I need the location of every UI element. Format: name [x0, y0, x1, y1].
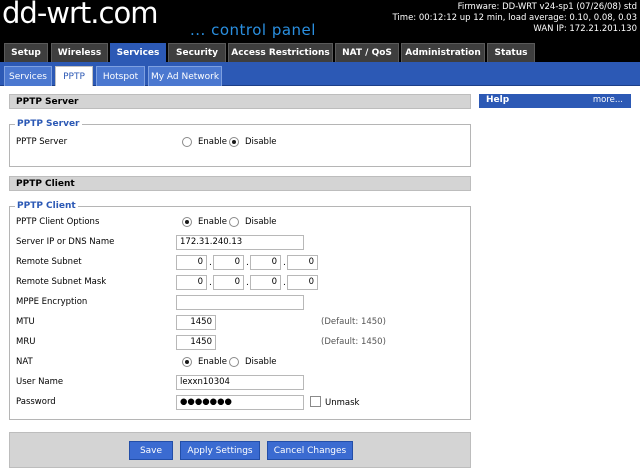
logo[interactable]: dd-wrt.com	[2, 0, 202, 42]
brand-text: dd-wrt.com	[2, 0, 158, 30]
nat-label: NAT	[16, 357, 33, 367]
octet-separator: .	[283, 258, 286, 268]
username-label: User Name	[16, 377, 64, 387]
pptp-client-disable-radio[interactable]	[229, 217, 239, 227]
cancel-changes-button[interactable]: Cancel Changes	[267, 441, 353, 460]
remote-mask-octet-1[interactable]: 0	[176, 275, 207, 290]
mtu-row: MTU 1450 (Default: 1450)	[16, 315, 466, 331]
unmask-checkbox[interactable]	[310, 396, 321, 407]
password-input[interactable]: ●●●●●●●	[176, 395, 304, 410]
password-label: Password	[16, 397, 56, 407]
pptp-client-section-title: PPTP Client	[9, 176, 471, 191]
nat-disable-radio[interactable]	[229, 357, 239, 367]
help-panel: Help more...	[479, 94, 631, 108]
main-content: PPTP Server PPTP Server PPTP Server Enab…	[9, 94, 471, 420]
mru-default-hint: (Default: 1450)	[321, 337, 386, 347]
server-ip-input[interactable]: 172.31.240.13	[176, 235, 304, 250]
pptp-server-row: PPTP Server Enable Disable	[16, 135, 466, 151]
tab-status[interactable]: Status	[487, 43, 535, 62]
password-row: Password ●●●●●●● Unmask	[16, 395, 466, 411]
nat-disable-label[interactable]: Disable	[245, 357, 277, 367]
firmware-info: Firmware: DD-WRT v24-sp1 (07/26/08) std	[457, 2, 637, 12]
subtab-hotspot[interactable]: Hotspot	[96, 66, 145, 86]
mru-input[interactable]: 1450	[176, 335, 216, 350]
save-button[interactable]: Save	[129, 441, 173, 460]
nat-enable-radio[interactable]	[182, 357, 192, 367]
subtab-my-ad-network[interactable]: My Ad Network	[148, 66, 222, 86]
pptp-server-legend: PPTP Server	[15, 118, 82, 131]
pptp-server-fieldset: PPTP Server PPTP Server Enable Disable	[9, 118, 471, 167]
octet-separator: .	[246, 278, 249, 288]
pptp-server-label: PPTP Server	[16, 137, 68, 147]
remote-subnet-mask-row: Remote Subnet Mask 0 . 0 . 0 . 0	[16, 275, 466, 291]
tab-services[interactable]: Services	[110, 43, 166, 62]
unmask-label[interactable]: Unmask	[325, 398, 359, 408]
server-ip-row: Server IP or DNS Name 172.31.240.13	[16, 235, 466, 251]
remote-mask-octet-2[interactable]: 0	[213, 275, 244, 290]
tab-setup[interactable]: Setup	[4, 43, 48, 62]
nat-row: NAT Enable Disable	[16, 355, 466, 371]
mtu-default-hint: (Default: 1450)	[321, 317, 386, 327]
username-row: User Name lexxn10304	[16, 375, 466, 391]
pptp-server-enable-label[interactable]: Enable	[198, 137, 227, 147]
remote-subnet-octet-1[interactable]: 0	[176, 255, 207, 270]
octet-separator: .	[209, 258, 212, 268]
mtu-input[interactable]: 1450	[176, 315, 216, 330]
mppe-row: MPPE Encryption	[16, 295, 466, 311]
help-more-link[interactable]: more...	[593, 95, 623, 105]
tab-nat-qos[interactable]: NAT / QoS	[335, 43, 399, 62]
sub-nav: Services PPTP Hotspot My Ad Network	[0, 62, 640, 86]
pptp-server-disable-label[interactable]: Disable	[245, 137, 277, 147]
mru-label: MRU	[16, 337, 36, 347]
remote-subnet-octet-4[interactable]: 0	[287, 255, 318, 270]
pptp-client-disable-label[interactable]: Disable	[245, 217, 277, 227]
remote-subnet-row: Remote Subnet 0 . 0 . 0 . 0	[16, 255, 466, 271]
tagline: ... control panel	[190, 21, 316, 39]
button-bar: Save Apply Settings Cancel Changes	[9, 432, 471, 468]
remote-mask-octet-3[interactable]: 0	[250, 275, 281, 290]
server-ip-label: Server IP or DNS Name	[16, 237, 115, 247]
pptp-client-options-label: PPTP Client Options	[16, 217, 100, 227]
mru-row: MRU 1450 (Default: 1450)	[16, 335, 466, 351]
wan-ip-info: WAN IP: 172.21.201.130	[533, 24, 637, 34]
pptp-client-fieldset: PPTP Client PPTP Client Options Enable D…	[9, 200, 471, 420]
apply-settings-button[interactable]: Apply Settings	[180, 441, 260, 460]
remote-mask-octet-4[interactable]: 0	[287, 275, 318, 290]
octet-separator: .	[283, 278, 286, 288]
subtab-pptp[interactable]: PPTP	[55, 66, 93, 86]
pptp-client-options-row: PPTP Client Options Enable Disable	[16, 215, 466, 231]
pptp-server-section-title: PPTP Server	[9, 94, 471, 109]
remote-subnet-octet-3[interactable]: 0	[250, 255, 281, 270]
pptp-client-enable-label[interactable]: Enable	[198, 217, 227, 227]
tab-security[interactable]: Security	[168, 43, 226, 62]
help-title: Help	[486, 95, 510, 105]
remote-subnet-label: Remote Subnet	[16, 257, 82, 267]
username-input[interactable]: lexxn10304	[176, 375, 304, 390]
tab-wireless[interactable]: Wireless	[51, 43, 108, 62]
remote-subnet-mask-label: Remote Subnet Mask	[16, 277, 107, 287]
main-nav: Setup Wireless Services Security Access …	[0, 42, 640, 62]
octet-separator: .	[246, 258, 249, 268]
nat-enable-label[interactable]: Enable	[198, 357, 227, 367]
mppe-encryption-input[interactable]	[176, 295, 304, 310]
system-info: Firmware: DD-WRT v24-sp1 (07/26/08) std …	[393, 2, 638, 35]
header: dd-wrt.com ... control panel Firmware: D…	[0, 0, 640, 42]
pptp-client-enable-radio[interactable]	[182, 217, 192, 227]
mtu-label: MTU	[16, 317, 35, 327]
octet-separator: .	[209, 278, 212, 288]
pptp-client-legend: PPTP Client	[15, 200, 78, 213]
tab-access-restrictions[interactable]: Access Restrictions	[228, 43, 333, 62]
subtab-services[interactable]: Services	[4, 66, 52, 86]
tab-administration[interactable]: Administration	[401, 43, 485, 62]
uptime-info: Time: 00:12:12 up 12 min, load average: …	[392, 13, 638, 23]
remote-subnet-octet-2[interactable]: 0	[213, 255, 244, 270]
mppe-encryption-label: MPPE Encryption	[16, 297, 88, 307]
pptp-server-disable-radio[interactable]	[229, 137, 239, 147]
pptp-server-enable-radio[interactable]	[182, 137, 192, 147]
